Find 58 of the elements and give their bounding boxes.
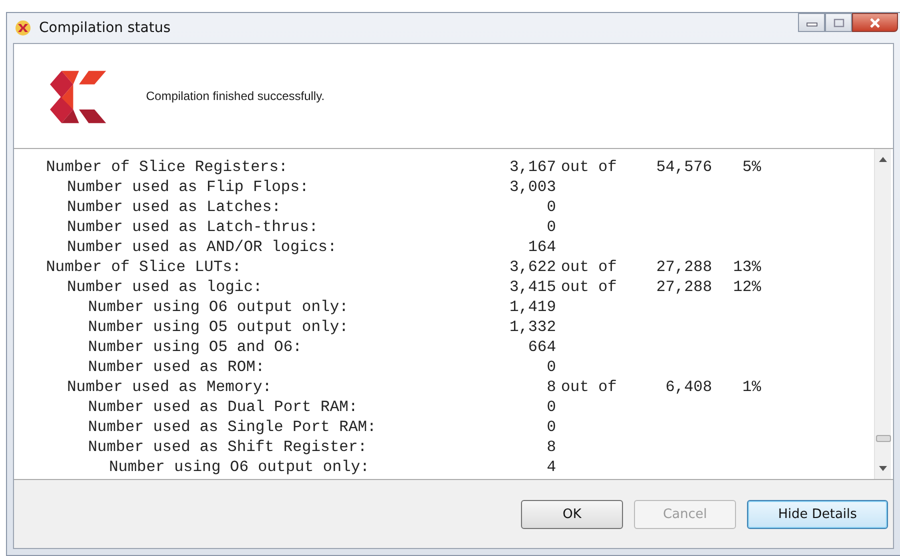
row-label: Number used as ROM: — [87, 358, 266, 376]
row-percent: 13% — [733, 258, 761, 276]
row-label: Number used as Latches: — [66, 198, 282, 216]
minimize-button[interactable] — [798, 13, 825, 32]
out-of-text: out of — [560, 258, 618, 276]
row-label: Number used as Flip Flops: — [66, 178, 310, 196]
row-total: 6,408 — [665, 378, 712, 396]
row-value: 0 — [546, 198, 556, 216]
row-label: Number using O6 output only: — [87, 298, 350, 316]
row-value: 164 — [528, 238, 556, 256]
row-label: Number of Slice LUTs: — [46, 258, 242, 276]
row-label: Number used as Shift Register: — [87, 438, 368, 456]
row-value: 1,419 — [509, 298, 556, 316]
row-label: Number using O6 output only: — [108, 458, 370, 476]
close-button[interactable] — [852, 13, 898, 32]
row-value: 8 — [546, 378, 556, 396]
scrollbar-thumb[interactable] — [876, 435, 891, 442]
scroll-up-icon — [879, 157, 887, 162]
close-icon — [869, 18, 881, 28]
row-value: 8 — [546, 438, 556, 456]
row-value: 1,332 — [509, 318, 556, 336]
row-value: 3,167 — [509, 158, 556, 176]
row-label: Number used as AND/OR logics: — [66, 238, 338, 256]
row-value: 3,415 — [509, 278, 556, 296]
window-title: Compilation status — [39, 20, 171, 36]
maximize-button[interactable] — [825, 13, 852, 32]
row-label: Number of Slice Registers: — [46, 158, 289, 176]
row-percent: 12% — [733, 278, 761, 296]
row-label: Number used as logic: — [66, 278, 264, 296]
row-value: 4 — [546, 458, 556, 476]
row-total: 27,288 — [656, 258, 712, 276]
row-value: 0 — [546, 358, 556, 376]
row-value: 664 — [528, 338, 556, 356]
row-value: 0 — [546, 418, 556, 436]
row-value: 0 — [546, 398, 556, 416]
dialog-button[interactable]: Hide Details — [747, 500, 888, 528]
maximize-icon — [832, 18, 844, 28]
row-value: 3,622 — [509, 258, 556, 276]
row-total: 27,288 — [656, 278, 712, 296]
status-message: Compilation finished successfully. — [146, 89, 325, 103]
row-label: Number used as Memory: — [66, 378, 273, 396]
row-percent: 1% — [742, 378, 761, 396]
dialog-button[interactable]: OK — [521, 500, 623, 528]
out-of-text: out of — [560, 378, 618, 396]
row-label: Number used as Latch-thrus: — [66, 218, 320, 236]
row-percent: 5% — [742, 158, 761, 176]
row-label: Number used as Single Port RAM: — [87, 418, 378, 436]
row-total: 54,576 — [656, 158, 712, 176]
row-value: 3,003 — [509, 178, 556, 196]
out-of-text: out of — [560, 278, 618, 296]
vertical-scrollbar[interactable] — [874, 149, 891, 479]
row-label: Number used as Dual Port RAM: — [87, 398, 359, 416]
scroll-down-icon — [879, 466, 887, 471]
row-label: Number using O5 output only: — [87, 318, 350, 336]
app-logo-icon — [15, 20, 31, 36]
out-of-text: out of — [560, 158, 618, 176]
row-label: Number using O5 and O6: — [87, 338, 303, 356]
row-value: 0 — [546, 218, 556, 236]
